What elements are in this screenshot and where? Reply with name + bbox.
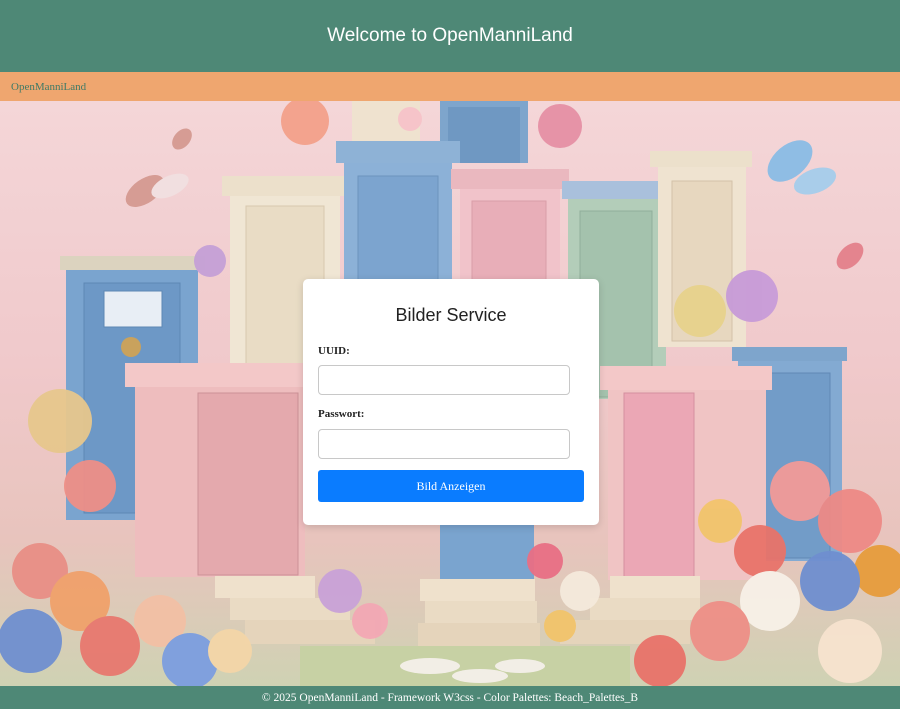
login-card: Bilder Service UUID: Passwort: Bild Anze… (303, 279, 599, 525)
password-label: Passwort: (318, 408, 365, 420)
password-input[interactable] (318, 429, 570, 459)
site-header: Welcome to OpenManniLand (0, 0, 900, 72)
site-footer: © 2025 OpenManniLand - Framework W3css -… (0, 686, 900, 709)
footer-text: © 2025 OpenManniLand - Framework W3css -… (261, 691, 639, 704)
show-image-button[interactable]: Bild Anzeigen (318, 470, 584, 502)
site-title: Welcome to OpenManniLand (327, 25, 573, 46)
uuid-input[interactable] (318, 365, 570, 395)
login-title: Bilder Service (395, 305, 507, 325)
nav-brand-link[interactable]: OpenManniLand (11, 81, 86, 93)
uuid-label: UUID: (318, 345, 350, 357)
navbar: OpenManniLand (0, 72, 900, 101)
